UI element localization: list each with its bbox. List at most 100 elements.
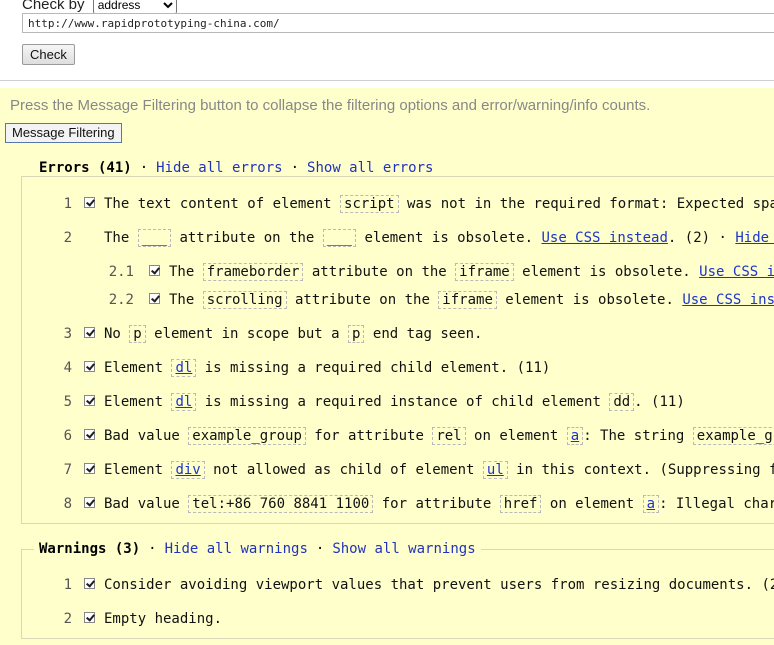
message-text: The text content of element [104,196,341,212]
code-token: p [129,325,146,343]
message-link[interactable]: Use CSS instead [541,230,667,246]
errors-item-number: 2.1 [108,264,134,280]
errors-item-number: 5 [63,394,72,410]
message-text: Element [104,394,172,410]
code-link[interactable]: a [642,495,660,513]
errors-item-number: 2.2 [108,292,134,308]
show-all-warnings-link[interactable]: Show all warnings [332,541,475,557]
hide-all-warnings-link[interactable]: Hide all warnings [165,541,308,557]
errors-item: Element div not allowed as child of elem… [104,461,774,479]
errors-item-checkbox[interactable] [84,395,95,406]
message-text: element is obsolete. [356,230,542,246]
warnings-item-number: 1 [63,577,72,593]
message-text: element is obsolete. [496,292,683,308]
message-text: on element [465,428,567,444]
warnings-item-number: 2 [63,611,72,627]
show-all-errors-link[interactable]: Show all errors [307,160,433,176]
code-token: iframe [455,263,514,281]
warnings-title: Warnings (3) [39,541,141,557]
code-link[interactable]: dl [171,393,197,411]
message-text: : Illegal charact [659,496,774,512]
message-filtering-button[interactable]: Message Filtering [5,123,122,143]
message-text: attribute on the [303,264,456,280]
check-by-label: Check by [22,0,85,13]
errors-item-checkbox[interactable] [84,361,95,372]
code-token: example_grou [692,427,774,445]
errors-item-number: 7 [63,462,72,478]
message-text: attribute on the [286,292,439,308]
message-text: not allowed as child of element [204,462,483,478]
message-text: . (2) · [667,230,736,246]
errors-item: Element dl is missing a required child e… [104,359,551,377]
message-text: Element [104,360,172,376]
message-text: attribute on the [171,230,323,246]
code-token: frameborder [202,263,304,281]
message-text: for attribute [305,428,433,444]
message-text: Consider avoiding viewport values that p… [104,577,774,593]
errors-item-checkbox[interactable] [84,429,95,440]
message-text: Empty heading. [104,611,223,627]
code-token: ___ [322,229,357,247]
code-link[interactable]: div [171,461,205,479]
check-panel: Check by address http://www.rapidprototy… [0,0,774,81]
code-token: tel:+86 760 8841 1100 [188,495,374,513]
errors-item: Element dl is missing a required instanc… [104,393,685,411]
message-link[interactable]: Use CSS instea [682,292,774,308]
code-token: scrolling [202,291,287,309]
errors-item: Bad value tel:+86 760 8841 1100 for attr… [104,495,774,513]
errors-item-checkbox[interactable] [84,327,95,338]
check-by: Check by address [22,0,177,14]
errors-item-checkbox[interactable] [149,293,160,304]
message-text: is missing a required child element. (11… [196,360,551,376]
warnings-item-checkbox[interactable] [84,578,95,589]
code-token: script [340,195,399,213]
code-token: dd [609,393,635,411]
errors-item: The frameborder attribute on the iframe … [169,263,774,281]
message-text: No [104,326,130,342]
check-button[interactable]: Check [22,44,75,65]
message-text: Bad value [104,496,189,512]
message-link[interactable]: Hide al [735,230,774,246]
errors-item-number: 8 [63,496,72,512]
errors-item-checkbox[interactable] [149,265,160,276]
warnings-legend: Warnings (3) · Hide all warnings · Show all … [34,541,481,557]
errors-legend: Errors (41) · Hide all errors · Show all err… [34,160,439,176]
message-link[interactable]: Use CSS inst [699,264,774,280]
code-token: iframe [438,291,497,309]
message-text: : The string [583,428,693,444]
warnings-item: Empty heading. [104,611,222,627]
errors-item-number: 1 [63,196,72,212]
errors-item-checkbox[interactable] [84,497,95,508]
check-by-select[interactable]: address [92,0,177,14]
warnings-item-checkbox[interactable] [84,612,95,623]
code-token: rel [432,427,466,445]
errors-item-checkbox[interactable] [84,463,95,474]
errors-item: Bad value example_group for attribute re… [104,427,774,445]
hide-all-errors-link[interactable]: Hide all errors [156,160,282,176]
url-input[interactable]: http://www.rapidprototyping-china.com/ [22,13,774,33]
code-token: ___ [137,229,172,247]
code-token: href [499,495,542,513]
message-text: The [104,230,138,246]
errors-item-checkbox[interactable] [84,197,95,208]
message-text: The [169,292,203,308]
message-text: end tag seen. [364,326,483,342]
code-link[interactable]: a [566,427,584,445]
code-link[interactable]: ul [482,461,508,479]
message-text: Bad value [104,428,189,444]
errors-item: The ___ attribute on the ___ element is … [104,229,774,247]
message-text: in this context. (Suppressing furt [507,462,774,478]
errors-item-number: 2 [63,230,72,246]
errors-item: No p element in scope but a p end tag se… [104,325,483,343]
code-link[interactable]: dl [171,359,197,377]
message-text: for attribute [373,496,500,512]
errors-item: The text content of element script was n… [104,195,774,213]
message-text: on element [541,496,643,512]
message-text: is missing a required instance of child … [196,394,610,410]
message-text: element in scope but a [145,326,349,342]
message-text: Element [104,462,172,478]
message-text: The [169,264,203,280]
errors-item: The scrolling attribute on the iframe el… [169,291,774,309]
warnings-item: Consider avoiding viewport values that p… [104,577,774,593]
errors-title: Errors (41) [39,160,132,176]
